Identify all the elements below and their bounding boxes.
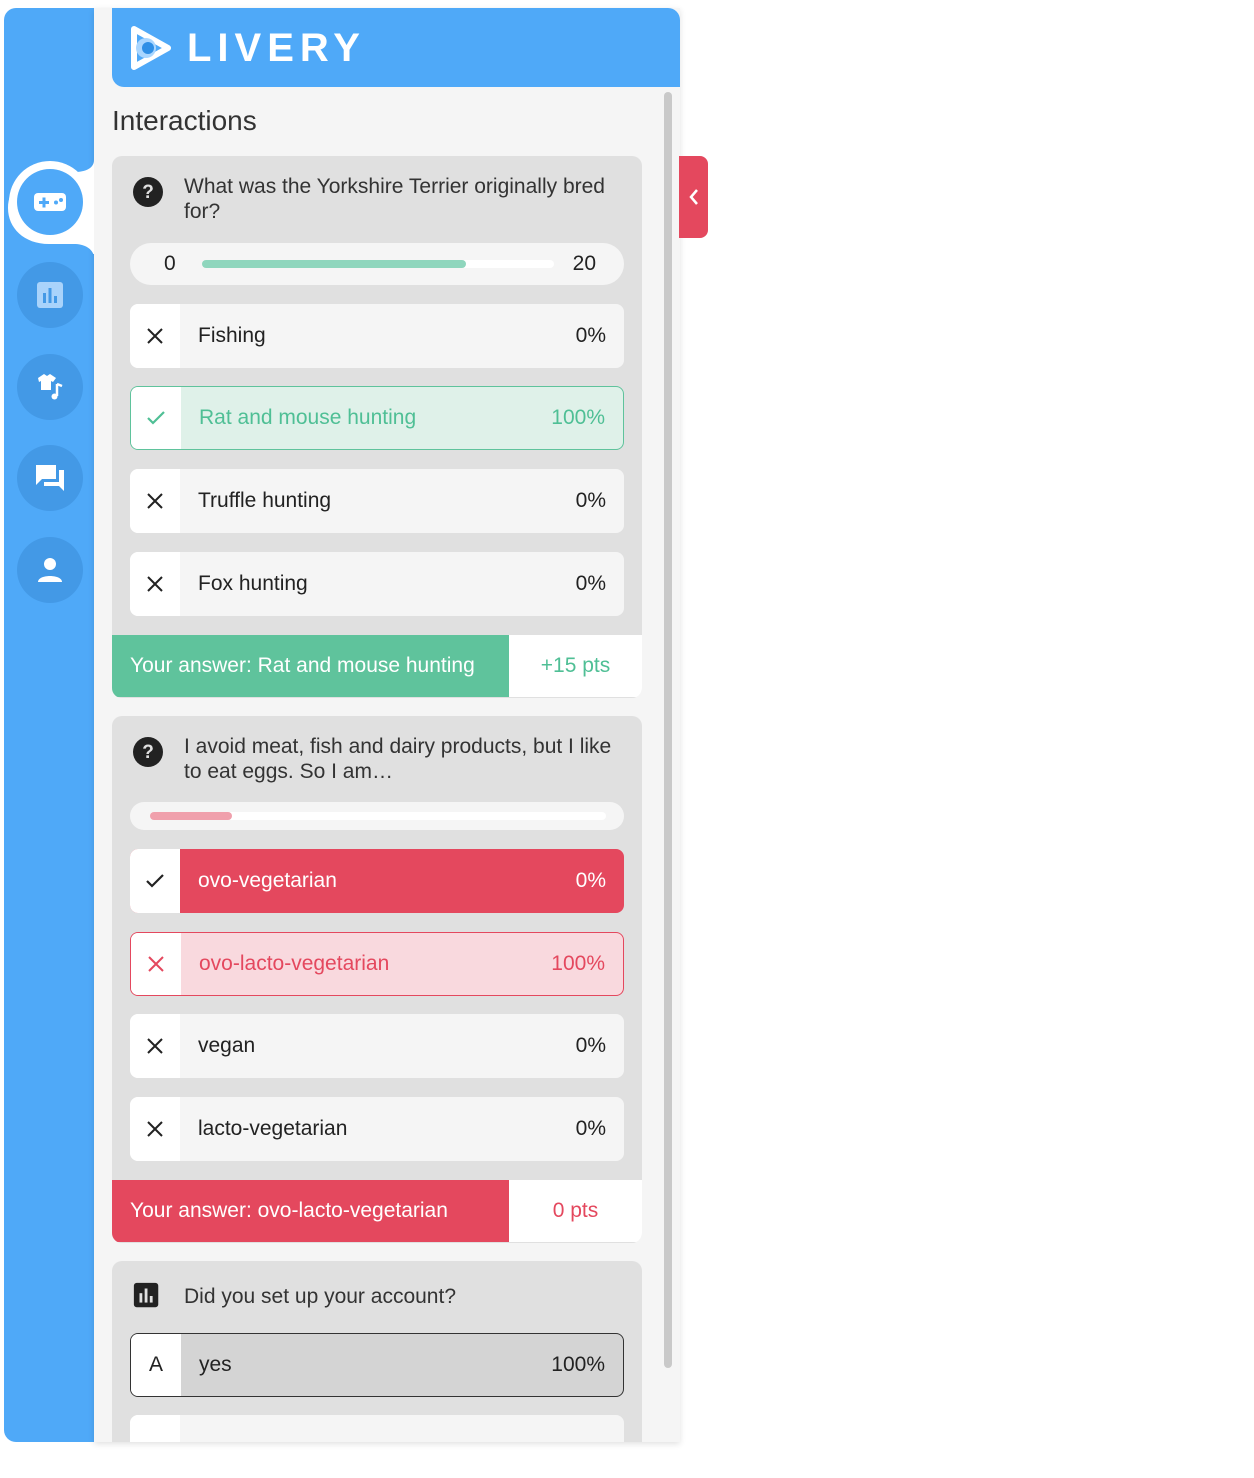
answer-option[interactable]: Fox hunting 0% xyxy=(130,552,624,616)
progress-track xyxy=(202,260,554,268)
option-label: yes xyxy=(199,1353,232,1376)
option-percent: 0% xyxy=(575,1034,606,1057)
option-label: vegan xyxy=(198,1034,256,1057)
option-percent: 0% xyxy=(575,869,606,892)
nav-stats[interactable] xyxy=(17,262,83,328)
answer-option-correct[interactable]: ovo-vegetarian 0% xyxy=(130,849,624,913)
question-icon: ? xyxy=(133,737,163,767)
answer-option-selected[interactable]: ovo-lacto-vegetarian 100% xyxy=(130,932,624,996)
svg-text:?: ? xyxy=(142,742,154,763)
quiz-card-yorkshire: ? What was the Yorkshire Terrier origina… xyxy=(112,156,642,698)
option-label: Truffle hunting xyxy=(198,489,332,512)
quiz-card-vegetarian: ? I avoid meat, fish and dairy products,… xyxy=(112,716,642,1243)
brand-name: LIVERY xyxy=(187,26,366,70)
points-earned: 0 pts xyxy=(509,1180,642,1242)
page-title: Interactions xyxy=(112,105,257,136)
collapse-panel-button[interactable] xyxy=(679,156,708,238)
option-percent: 100% xyxy=(551,406,605,429)
user-icon xyxy=(38,558,62,582)
question-text: I avoid meat, fish and dairy products, b… xyxy=(184,735,612,783)
question-text: Did you set up your account? xyxy=(184,1285,456,1308)
top-bar: LIVERY xyxy=(112,8,680,87)
question-icon: ? xyxy=(133,177,163,207)
poll-card: Did you set up your account? A yes 100% … xyxy=(112,1261,642,1442)
option-label: Fishing xyxy=(198,324,266,347)
poll-chart-icon xyxy=(133,1282,159,1308)
answer-option[interactable]: lacto-vegetarian 0% xyxy=(130,1097,624,1161)
progress-track xyxy=(150,812,606,820)
question-text: What was the Yorkshire Terrier originall… xyxy=(184,175,605,223)
option-label: Fox hunting xyxy=(198,572,308,595)
option-percent: 100% xyxy=(551,1353,605,1376)
scrollbar[interactable] xyxy=(664,92,672,1368)
bar-chart-icon xyxy=(37,282,63,308)
answer-summary: Your answer: Rat and mouse hunting +15 p… xyxy=(112,635,642,697)
livery-logo-icon xyxy=(131,26,171,70)
gamepad-icon xyxy=(34,193,66,211)
cross-icon xyxy=(147,493,163,509)
poll-clip: Did you set up your account? A yes 100% … xyxy=(94,1243,664,1442)
option-percent: 0% xyxy=(575,324,606,347)
option-label: ovo-vegetarian xyxy=(198,869,337,892)
option-percent: 0% xyxy=(575,1117,606,1140)
check-icon xyxy=(147,411,165,425)
progress-fill xyxy=(202,260,466,268)
range-max: 20 xyxy=(572,252,596,275)
chat-icon xyxy=(36,465,64,491)
option-percent: 0% xyxy=(575,572,606,595)
your-answer-text: Your answer: ovo-lacto-vegetarian xyxy=(112,1180,509,1242)
shirt-music-icon xyxy=(38,374,63,400)
answer-option-selected[interactable]: Rat and mouse hunting 100% xyxy=(130,386,624,450)
nav-interactions[interactable] xyxy=(17,169,83,235)
chevron-left-icon xyxy=(688,189,698,205)
nav-profile[interactable] xyxy=(17,537,83,603)
option-label: ovo-lacto-vegetarian xyxy=(199,952,390,975)
range-min: 0 xyxy=(164,252,176,275)
nav-chat[interactable] xyxy=(17,445,83,511)
cross-icon xyxy=(147,576,163,592)
cross-icon xyxy=(147,328,163,344)
progress-fill xyxy=(150,812,233,820)
score-range: 0 20 xyxy=(130,243,624,285)
option-percent: 0% xyxy=(576,1415,606,1442)
your-answer-text: Your answer: Rat and mouse hunting xyxy=(112,635,509,697)
timer-bar xyxy=(130,802,624,830)
poll-option[interactable]: B 0% xyxy=(130,1415,624,1442)
option-label: Rat and mouse hunting xyxy=(199,406,417,429)
cross-icon xyxy=(147,1121,163,1137)
points-earned: +15 pts xyxy=(509,635,642,697)
cross-icon xyxy=(147,1038,163,1054)
answer-option[interactable]: vegan 0% xyxy=(130,1014,624,1078)
poll-option-selected[interactable]: A yes 100% xyxy=(130,1333,624,1397)
option-percent: 0% xyxy=(575,489,606,512)
answer-option[interactable]: Truffle hunting 0% xyxy=(130,469,624,533)
nav-merch[interactable] xyxy=(17,354,83,420)
svg-text:?: ? xyxy=(142,182,154,203)
cross-icon xyxy=(148,956,164,972)
answer-summary: Your answer: ovo-lacto-vegetarian 0 pts xyxy=(112,1180,642,1242)
option-letter: A xyxy=(148,1353,163,1376)
answer-option[interactable]: Fishing 0% xyxy=(130,304,624,368)
check-icon xyxy=(146,874,164,888)
option-label: lacto-vegetarian xyxy=(198,1117,348,1140)
option-percent: 100% xyxy=(551,952,605,975)
